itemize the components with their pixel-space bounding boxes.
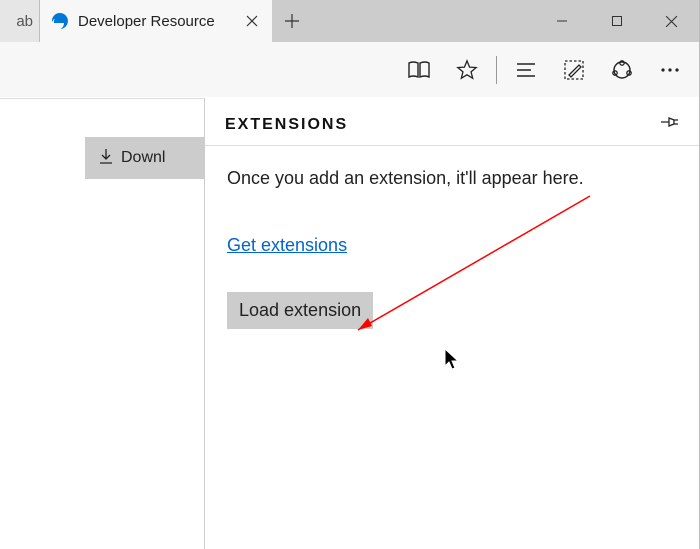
cursor-icon — [444, 348, 462, 372]
tab-inactive[interactable]: ab — [0, 0, 40, 42]
empty-state-text: Once you add an extension, it'll appear … — [227, 168, 677, 189]
more-icon[interactable] — [647, 47, 693, 93]
edge-icon — [50, 11, 70, 31]
panel-title: EXTENSIONS — [225, 116, 348, 134]
toolbar-divider — [496, 56, 497, 84]
load-extension-button[interactable]: Load extension — [227, 292, 373, 329]
favorites-icon[interactable] — [444, 47, 490, 93]
panel-body: Once you add an extension, it'll appear … — [205, 146, 699, 351]
web-note-icon[interactable] — [551, 47, 597, 93]
get-extensions-link[interactable]: Get extensions — [227, 235, 347, 256]
minimize-button[interactable] — [534, 0, 589, 42]
new-tab-button[interactable] — [272, 0, 312, 42]
browser-window: ab Developer Resource — [0, 0, 700, 549]
download-label: Downl — [121, 149, 165, 167]
pin-icon[interactable] — [659, 114, 679, 135]
extensions-panel: EXTENSIONS Once you add an extension, it… — [204, 98, 699, 549]
page-content: Downl — [0, 98, 204, 549]
tab-title: Developer Resource — [78, 13, 234, 30]
download-icon — [99, 148, 113, 169]
tab-bar: ab Developer Resource — [0, 0, 699, 42]
hub-icon[interactable] — [503, 47, 549, 93]
reading-view-icon[interactable] — [396, 47, 442, 93]
window-controls — [534, 0, 699, 42]
share-icon[interactable] — [599, 47, 645, 93]
tab-active[interactable]: Developer Resource — [40, 0, 272, 42]
maximize-button[interactable] — [589, 0, 644, 42]
content-area: Downl EXTENSIONS Once you add an extensi… — [0, 98, 699, 549]
tab-close-icon[interactable] — [242, 11, 262, 31]
close-window-button[interactable] — [644, 0, 699, 42]
panel-header: EXTENSIONS — [205, 98, 699, 146]
download-button[interactable]: Downl — [85, 137, 204, 179]
toolbar — [0, 42, 699, 98]
tab-inactive-label: ab — [16, 13, 33, 30]
